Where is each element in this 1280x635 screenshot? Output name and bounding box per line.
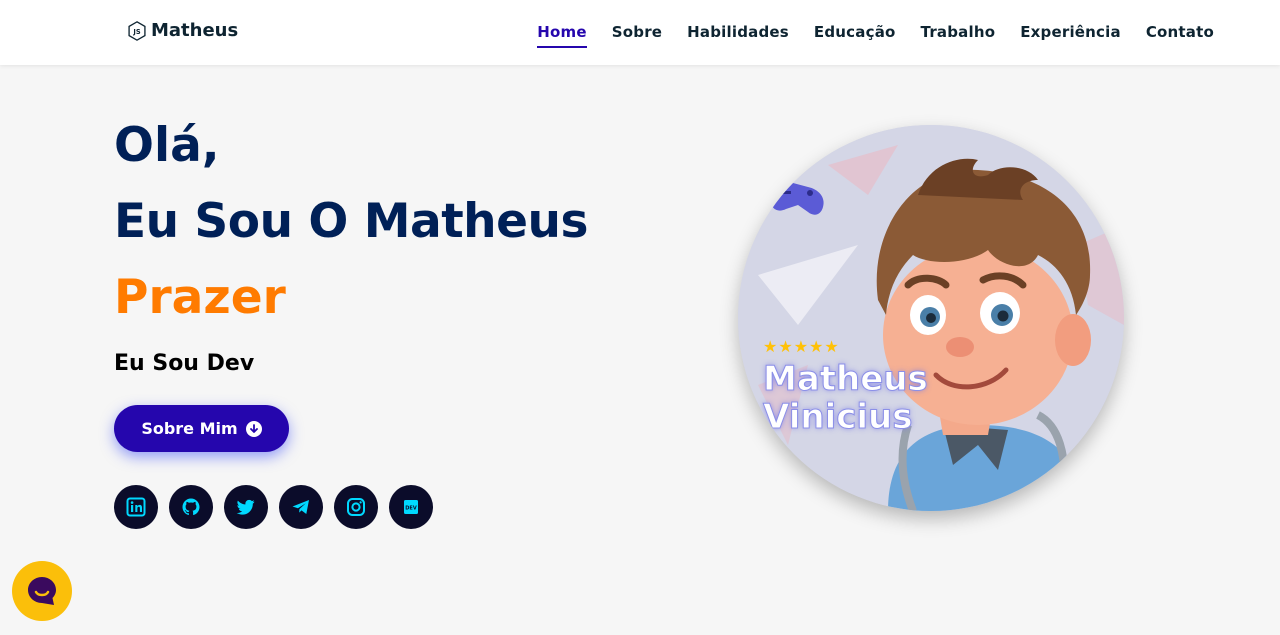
brand-name: Matheus (151, 20, 239, 41)
about-me-button[interactable]: Sobre Mim (114, 405, 289, 452)
dev-to-link[interactable]: DEV (389, 485, 433, 529)
twitter-link[interactable] (224, 485, 268, 529)
avatar-last-name: Vinicius (763, 397, 913, 437)
twitter-icon (236, 499, 255, 515)
hero-greeting: Olá, (114, 118, 220, 173)
instagram-link[interactable] (334, 485, 378, 529)
avatar-name-label: Matheus Vinicius (763, 359, 929, 437)
telegram-icon (292, 500, 309, 514)
linkedin-icon (126, 497, 146, 517)
nav-link-contato[interactable]: Contato (1146, 23, 1214, 46)
hero-subtitle: Eu Sou Dev (114, 351, 255, 376)
telegram-link[interactable] (279, 485, 323, 529)
about-me-button-label: Sobre Mim (141, 419, 238, 438)
github-link[interactable] (169, 485, 213, 529)
instagram-icon (347, 498, 365, 516)
nav-link-trabalho[interactable]: Trabalho (921, 23, 996, 46)
avatar-illustration (738, 125, 1124, 511)
hero-name: Eu Sou O Matheus (114, 194, 588, 249)
nav-link-experiencia[interactable]: Experiência (1020, 23, 1121, 46)
nav-link-habilidades[interactable]: Habilidades (687, 23, 789, 46)
nav-link-sobre[interactable]: Sobre (612, 23, 662, 46)
profile-avatar: ★★★★★ Matheus Vinicius (738, 125, 1124, 511)
github-icon (182, 498, 200, 516)
javascript-icon: JS (128, 20, 146, 41)
dev-icon-label: DEV (405, 505, 417, 511)
chat-widget-button[interactable] (12, 561, 72, 621)
rating-stars: ★★★★★ (763, 337, 840, 356)
chat-bubble-icon (28, 577, 56, 605)
nav-menu: Home Sobre Habilidades Educação Trabalho… (537, 22, 1214, 48)
hero-typed-text: Prazer (114, 270, 286, 325)
brand-logo-link[interactable]: JS Matheus (127, 20, 238, 41)
arrow-down-circle-icon (245, 420, 262, 437)
nav-link-home[interactable]: Home (537, 23, 587, 48)
linkedin-link[interactable] (114, 485, 158, 529)
dev-icon: DEV (404, 500, 418, 514)
svg-text:JS: JS (132, 27, 140, 35)
nav-link-educacao[interactable]: Educação (814, 23, 896, 46)
navbar: JS Matheus Home Sobre Habilidades Educaç… (0, 0, 1280, 65)
avatar-first-name: Matheus (763, 359, 929, 399)
social-links: DEV (114, 485, 433, 529)
